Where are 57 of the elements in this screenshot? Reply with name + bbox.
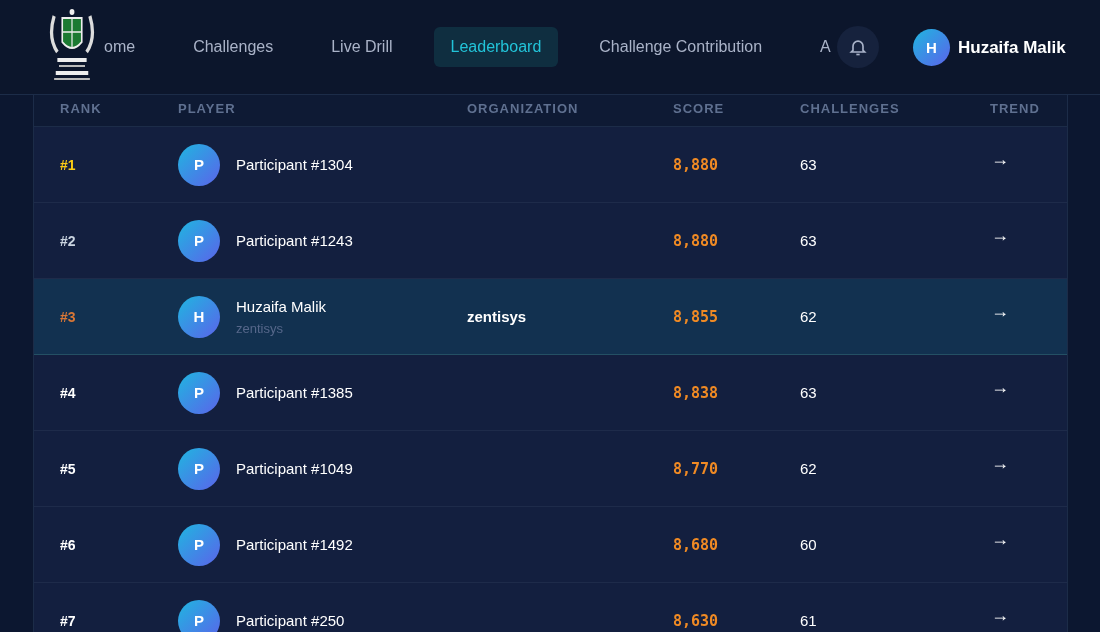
score-cell-text: 8,838: [673, 383, 720, 402]
nav-link[interactable]: Leaderboard: [433, 27, 559, 67]
column-header: ORGANIZATION: [467, 99, 580, 116]
challenges-cell-text: 63: [800, 156, 818, 173]
nav-link[interactable]: Challenges: [176, 27, 291, 67]
player-name: Huzaifa Malik: [236, 297, 327, 315]
rank-label: #2: [60, 232, 77, 249]
player-name: Participant #1243: [236, 232, 353, 249]
challenges-cell-text: 62: [800, 308, 818, 325]
rank-label: #6: [60, 536, 77, 553]
score-cell-text: 8,855: [673, 307, 720, 326]
challenges-cell-text: 63: [800, 384, 818, 401]
score-cell-text: 8,770: [673, 459, 720, 478]
player-avatar: P: [178, 143, 220, 186]
column-header: TREND: [990, 99, 1041, 116]
user-name[interactable]: Huzaifa Malik: [958, 37, 1066, 58]
column-header: RANK: [60, 99, 103, 116]
nav-link[interactable]: A: [803, 27, 831, 67]
trend-arrow: →: [990, 149, 1010, 170]
player-name: Participant #250: [236, 612, 345, 629]
column-header: CHALLENGES: [800, 99, 901, 116]
trend-arrow: →: [990, 605, 1010, 626]
score-cell-text: 8,880: [673, 231, 720, 250]
player-avatar: P: [178, 523, 220, 566]
score-cell-text: 8,630: [673, 611, 720, 630]
trend-arrow: →: [990, 301, 1010, 322]
player-avatar: P: [178, 447, 220, 490]
nav-link[interactable]: Live Drill: [314, 27, 410, 67]
player-avatar: P: [178, 371, 220, 414]
player-organization: zentisys: [236, 320, 284, 336]
rank-label: #5: [60, 460, 77, 477]
rank-label: #3: [60, 308, 77, 325]
challenges-cell-text: 63: [800, 232, 818, 249]
trend-arrow: →: [990, 529, 1010, 550]
organization-cell: zentisys: [467, 307, 527, 325]
player-avatar: H: [178, 295, 220, 338]
score-cell-text: 8,680: [673, 535, 720, 554]
column-header: SCORE: [673, 99, 726, 116]
rank-label: #4: [60, 384, 77, 401]
challenges-cell-text: 60: [800, 536, 818, 553]
score-cell-text: 8,880: [673, 155, 720, 174]
nav-link[interactable]: Challenge Contribution: [582, 27, 780, 67]
nav-link[interactable]: ome: [100, 27, 153, 67]
player-avatar: P: [178, 599, 220, 632]
player-name: Participant #1385: [236, 384, 353, 401]
challenges-cell-text: 62: [800, 460, 818, 477]
player-name: Participant #1304: [236, 156, 353, 173]
player-name: Participant #1492: [236, 536, 353, 553]
trend-arrow: →: [990, 225, 1010, 246]
trend-arrow: →: [990, 377, 1010, 398]
challenges-cell-text: 61: [800, 612, 818, 629]
player-avatar: P: [178, 219, 220, 262]
player-name: Participant #1049: [236, 460, 353, 477]
column-header: PLAYER: [178, 99, 237, 116]
rank-label: #7: [60, 612, 77, 629]
rank-label: #1: [60, 156, 77, 173]
trend-arrow: →: [990, 453, 1010, 474]
